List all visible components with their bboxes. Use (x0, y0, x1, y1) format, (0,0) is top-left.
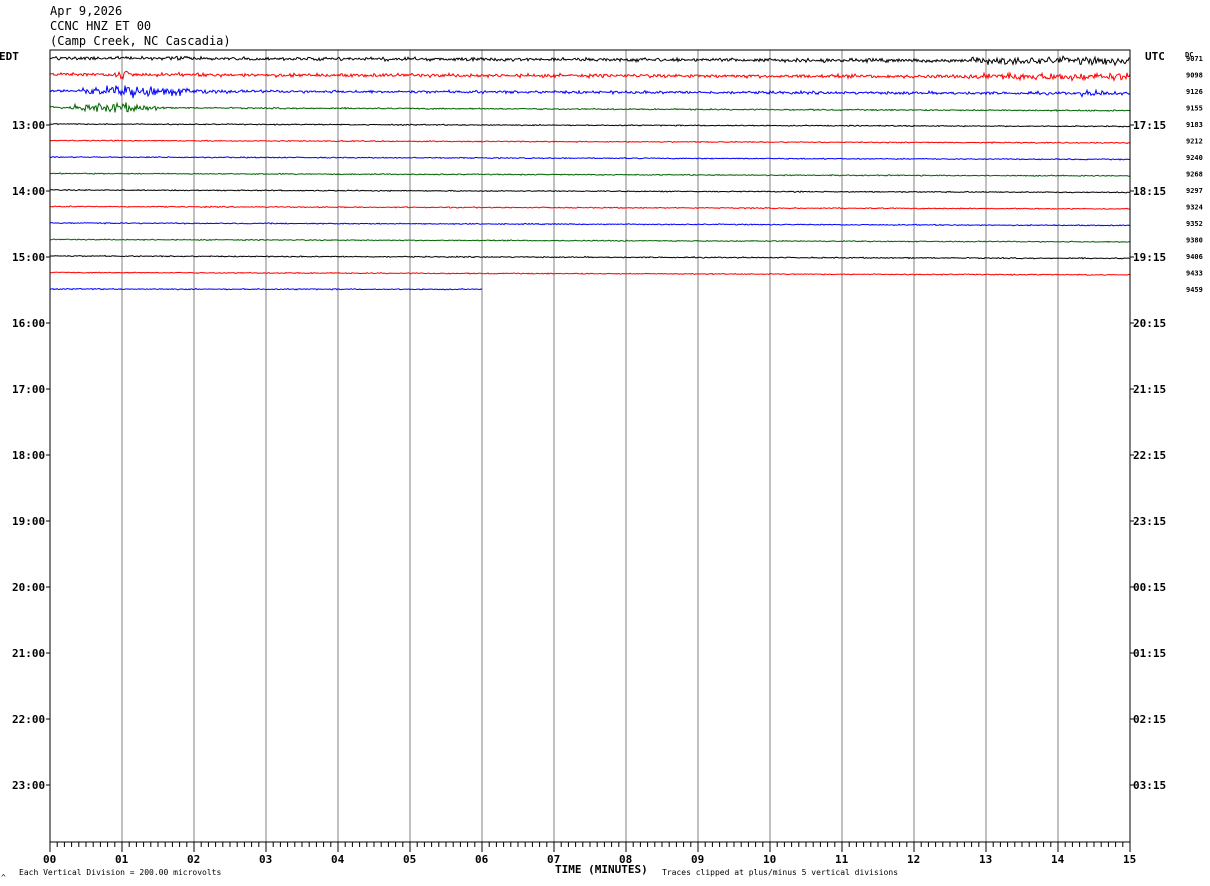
seismic-trace (49, 221, 1131, 227)
trace-dc-label: 9297 (1186, 187, 1203, 195)
trace-dc-label: 9098 (1186, 72, 1203, 80)
trace-dc-label: 9380 (1186, 237, 1203, 245)
x-tick-label: 10 (763, 853, 776, 866)
left-hour-label: 18:00 (12, 449, 45, 462)
right-timezone-label: UTC (1145, 50, 1165, 63)
seismic-trace (49, 70, 1131, 82)
seismic-trace (49, 156, 1131, 161)
left-hour-label: 20:00 (12, 581, 45, 594)
right-hour-label: 20:15 (1133, 317, 1166, 330)
corner-mark: ^ (1, 873, 6, 882)
left-hour-label: 16:00 (12, 317, 45, 330)
x-tick-label: 14 (1051, 853, 1065, 866)
left-hour-label: 21:00 (12, 647, 45, 660)
right-hour-label: 21:15 (1133, 383, 1166, 396)
seismic-trace (49, 254, 1131, 260)
x-tick-label: 00 (43, 853, 56, 866)
left-hour-label: 19:00 (12, 515, 45, 528)
helicorder-plot: 00 01 02 03 04 05 06 07 08 09 10 11 12 13 14 1513:0014:… (0, 49, 1203, 882)
x-tick-label: 13 (979, 853, 992, 866)
seismic-trace (49, 122, 1131, 128)
x-tick-label: 05 (403, 853, 416, 866)
trace-dc-label: 9324 (1186, 204, 1203, 212)
seismic-trace (49, 55, 1131, 67)
seismic-trace (49, 139, 1131, 145)
trace-dc-label: 9433 (1186, 270, 1203, 278)
trace-group (49, 55, 1131, 291)
trace-dc-label: 9406 (1186, 253, 1203, 261)
clip-note: Traces clipped at plus/minus 5 vertical … (662, 868, 898, 877)
right-hour-label: 00:15 (1133, 581, 1166, 594)
trace-dc-label: 9155 (1186, 105, 1203, 113)
seismic-trace (50, 271, 1131, 277)
plot-labels: 00 01 02 03 04 05 06 07 08 09 10 11 12 13 14 1513:0014:… (12, 55, 1203, 866)
x-tick-label: 11 (835, 853, 849, 866)
x-tick-label: 15 (1123, 853, 1136, 866)
left-hour-label: 13:00 (12, 119, 45, 132)
right-hour-label: 03:15 (1133, 779, 1166, 792)
plot-grid (121, 50, 1059, 842)
plot-axes (46, 49, 1134, 852)
x-tick-label: 04 (331, 853, 345, 866)
left-timezone-label: EDT (0, 50, 19, 63)
right-hour-label: 19:15 (1133, 251, 1166, 264)
seismic-trace (49, 188, 1131, 194)
seismic-trace (49, 101, 1131, 113)
right-hour-label: 18:15 (1133, 185, 1166, 198)
x-tick-label: 02 (187, 853, 200, 866)
trace-dc-label: 9459 (1186, 286, 1203, 294)
left-hour-label: 23:00 (12, 779, 45, 792)
trace-dc-label: 9268 (1186, 171, 1203, 179)
left-hour-label: 17:00 (12, 383, 45, 396)
x-tick-label: 01 (115, 853, 129, 866)
seismic-trace (49, 85, 1131, 99)
trace-dc-label: 9126 (1186, 88, 1203, 96)
trace-dc-label: 9183 (1186, 121, 1203, 129)
left-hour-label: 22:00 (12, 713, 45, 726)
right-hour-label: 23:15 (1133, 515, 1166, 528)
right-hour-label: 22:15 (1133, 449, 1166, 462)
dc-header-label: DC (1185, 51, 1193, 59)
trace-dc-label: 9212 (1186, 138, 1203, 146)
plot-frame (49, 49, 1131, 843)
seismic-trace (50, 205, 1131, 210)
seismic-trace (49, 238, 1131, 243)
seismic-trace (49, 172, 1130, 177)
trace-dc-label: 9240 (1186, 154, 1203, 162)
right-hour-label: 01:15 (1133, 647, 1166, 660)
left-hour-label: 14:00 (12, 185, 45, 198)
x-tick-label: 06 (475, 853, 489, 866)
scale-note: Each Vertical Division = 200.00 microvol… (19, 868, 221, 877)
right-hour-label: 17:15 (1133, 119, 1166, 132)
left-hour-label: 15:00 (12, 251, 45, 264)
x-tick-label: 12 (907, 853, 920, 866)
x-axis-label: TIME (MINUTES) (555, 863, 648, 876)
x-tick-label: 09 (691, 853, 704, 866)
x-tick-label: 03 (259, 853, 272, 866)
trace-dc-label: 9352 (1186, 220, 1203, 228)
right-hour-label: 02:15 (1133, 713, 1166, 726)
